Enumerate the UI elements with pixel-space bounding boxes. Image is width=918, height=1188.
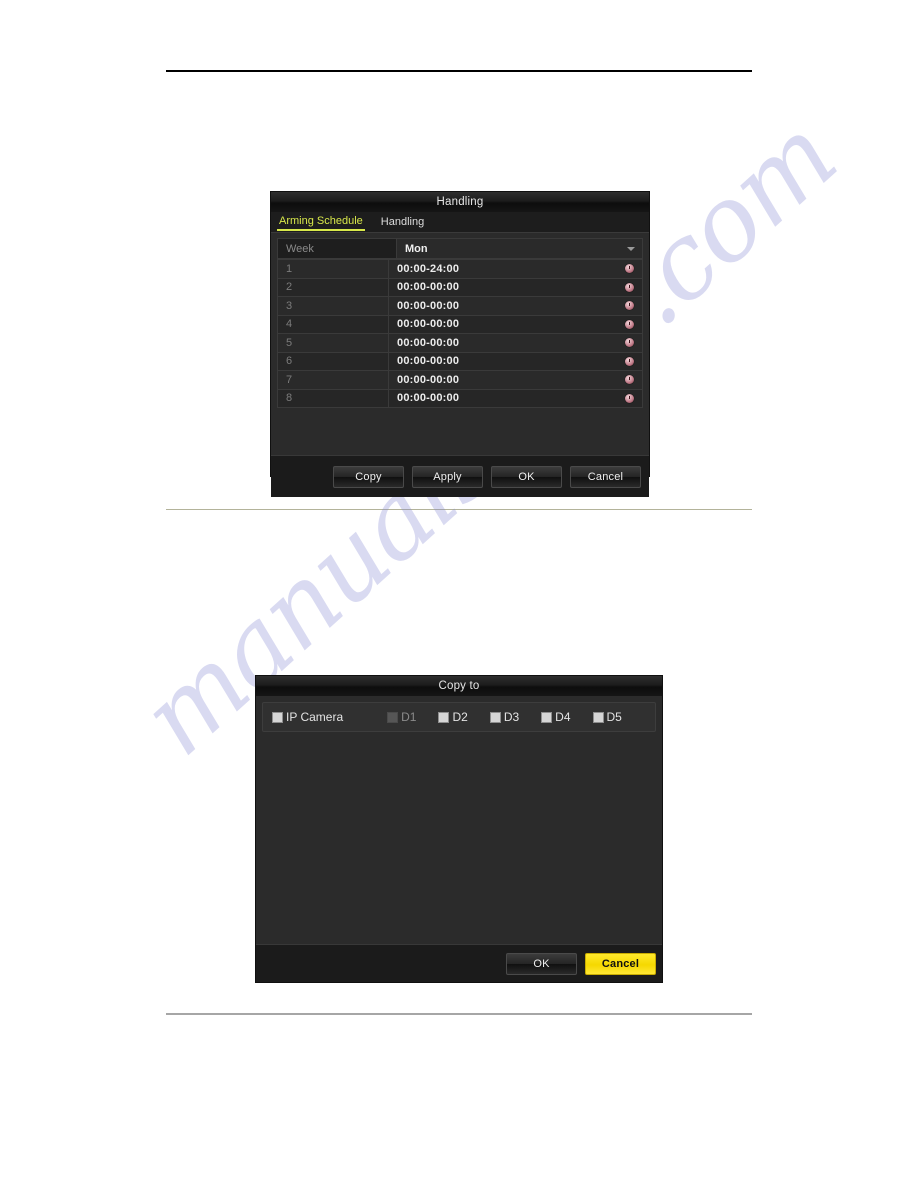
channel-selection-panel: IP Camera D1 D2 D3 D4 D5 (262, 702, 656, 732)
schedule-row-time[interactable]: 00:00-00:00 (388, 297, 616, 315)
clock-icon[interactable] (624, 356, 634, 366)
copy-to-dialog: Copy to IP Camera D1 D2 D3 D4 D5 OK Canc… (256, 676, 662, 982)
clock-icon[interactable] (624, 282, 634, 292)
clock-icon[interactable] (624, 393, 634, 403)
copy-to-body: IP Camera D1 D2 D3 D4 D5 (256, 696, 662, 944)
table-row[interactable]: 2 00:00-00:00 (278, 277, 642, 296)
schedule-row-clock-cell[interactable] (616, 319, 642, 329)
clock-icon[interactable] (624, 319, 634, 329)
checkbox-icon[interactable] (387, 711, 399, 723)
schedule-row-index: 3 (286, 299, 293, 312)
apply-button-label: Apply (433, 470, 462, 483)
checkbox-d4[interactable]: D4 (541, 710, 571, 724)
tab-arming-schedule-label: Arming Schedule (279, 214, 363, 227)
table-row[interactable]: 4 00:00-00:00 (278, 314, 642, 333)
clock-icon[interactable] (624, 338, 634, 348)
schedule-row-time[interactable]: 00:00-00:00 (388, 315, 616, 333)
week-dropdown-value: Mon (405, 242, 428, 255)
clock-icon[interactable] (624, 301, 634, 311)
copy-to-ok-button-label: OK (533, 957, 550, 970)
schedule-row-clock-cell[interactable] (616, 282, 642, 292)
arming-schedule-panel: Week Mon 1 00:00-24:00 2 00:00-00:00 3 0… (271, 233, 649, 455)
page-footer-rule (166, 1013, 752, 1015)
copy-to-cancel-button[interactable]: Cancel (585, 952, 656, 975)
schedule-row-clock-cell[interactable] (616, 301, 642, 311)
page-divider-rule (166, 509, 752, 510)
checkbox-icon[interactable] (489, 711, 501, 723)
tab-handling-label: Handling (380, 215, 425, 228)
copy-to-dialog-title: Copy to (438, 680, 480, 692)
table-row[interactable]: 7 00:00-00:00 (278, 370, 642, 389)
apply-button[interactable]: Apply (412, 465, 483, 488)
handling-dialog-title: Handling (436, 196, 484, 208)
tab-arming-schedule[interactable]: Arming Schedule (277, 214, 365, 231)
ok-button-label: OK (518, 470, 535, 483)
table-row[interactable]: 1 00:00-24:00 (278, 259, 642, 278)
copy-to-dialog-titlebar: Copy to (256, 676, 662, 696)
schedule-row-index: 8 (286, 392, 293, 405)
copy-to-cancel-button-label: Cancel (601, 957, 640, 970)
tab-handling[interactable]: Handling (379, 215, 426, 230)
cancel-button-label: Cancel (587, 470, 624, 483)
schedule-row-index: 1 (286, 262, 293, 275)
schedule-row-time[interactable]: 00:00-00:00 (388, 352, 616, 370)
schedule-row-index: 7 (286, 373, 293, 386)
checkbox-icon[interactable] (592, 711, 604, 723)
checkbox-d2-label: D2 (452, 710, 468, 724)
schedule-row-time[interactable]: 00:00-00:00 (388, 389, 616, 407)
copy-to-dialog-footer: OK Cancel (256, 944, 662, 982)
checkbox-d2[interactable]: D2 (438, 710, 468, 724)
table-row[interactable]: 3 00:00-00:00 (278, 296, 642, 315)
schedule-row-time[interactable]: 00:00-00:00 (388, 371, 616, 389)
checkbox-icon[interactable] (272, 711, 283, 723)
schedule-row-clock-cell[interactable] (616, 375, 642, 385)
checkbox-d3-label: D3 (503, 710, 520, 724)
checkbox-icon[interactable] (541, 711, 553, 723)
checkbox-d5[interactable]: D5 (592, 710, 622, 724)
checkbox-icon[interactable] (438, 711, 450, 723)
schedule-row-index: 2 (286, 281, 293, 294)
checkbox-d1[interactable]: D1 (387, 710, 416, 724)
clock-icon[interactable] (624, 264, 634, 274)
schedule-row-clock-cell[interactable] (616, 393, 642, 403)
schedule-row-time[interactable]: 00:00-24:00 (388, 260, 616, 278)
table-row[interactable]: 8 00:00-00:00 (278, 388, 642, 407)
table-row[interactable]: 5 00:00-00:00 (278, 333, 642, 352)
table-row[interactable]: 6 00:00-00:00 (278, 351, 642, 370)
schedule-row-clock-cell[interactable] (616, 264, 642, 274)
schedule-rows-list: 1 00:00-24:00 2 00:00-00:00 3 00:00-00:0… (277, 259, 643, 408)
checkbox-d5-label: D5 (606, 710, 622, 724)
handling-dialog-tabbar: Arming Schedule Handling (271, 212, 649, 233)
schedule-row-time[interactable]: 00:00-00:00 (388, 278, 616, 296)
cancel-button[interactable]: Cancel (570, 465, 641, 488)
checkbox-ip-camera-label: IP Camera (286, 710, 344, 724)
checkbox-ip-camera[interactable]: IP Camera (272, 710, 343, 724)
schedule-row-index: 5 (286, 336, 293, 349)
handling-dialog-titlebar: Handling (271, 192, 649, 212)
schedule-row-clock-cell[interactable] (616, 356, 642, 366)
week-dropdown[interactable]: Mon (396, 239, 642, 258)
handling-dialog-footer: Copy Apply OK Cancel (271, 455, 649, 497)
schedule-row-time[interactable]: 00:00-00:00 (388, 334, 616, 352)
copy-button[interactable]: Copy (333, 465, 404, 488)
copy-to-ok-button[interactable]: OK (506, 952, 577, 975)
schedule-row-index: 6 (286, 355, 293, 368)
copy-button-label: Copy (355, 470, 382, 483)
checkbox-d3[interactable]: D3 (489, 710, 520, 724)
page-header-rule (166, 70, 752, 72)
schedule-row-index: 4 (286, 318, 293, 331)
week-label: Week (286, 242, 314, 255)
clock-icon[interactable] (624, 375, 634, 385)
handling-dialog: Handling Arming Schedule Handling Week M… (271, 192, 649, 497)
checkbox-d4-label: D4 (555, 710, 571, 724)
chevron-down-icon (627, 246, 635, 251)
week-selector-row: Week Mon (277, 238, 643, 259)
ok-button[interactable]: OK (491, 465, 562, 488)
schedule-row-clock-cell[interactable] (616, 338, 642, 348)
checkbox-d1-label: D1 (401, 710, 417, 724)
